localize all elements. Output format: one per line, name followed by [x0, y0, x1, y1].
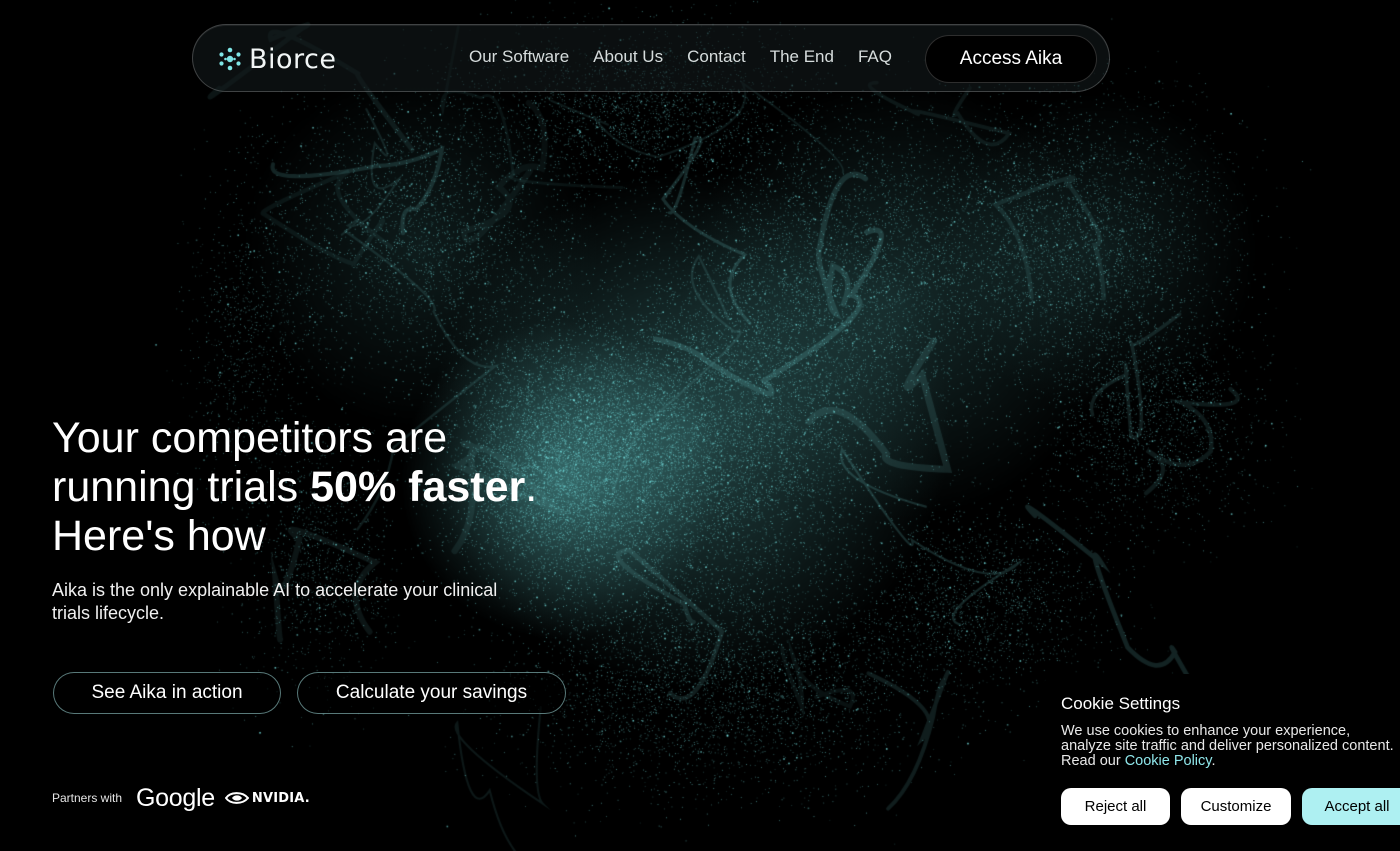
headline-line-2-prefix: running trials: [52, 463, 311, 511]
nav-item-contact[interactable]: Contact: [687, 47, 746, 67]
top-navbar: Biorce Our Software About Us Contact The…: [192, 24, 1110, 92]
calculate-savings-button[interactable]: Calculate your savings: [297, 672, 566, 714]
hero-headline: Your competitors are running trials 50% …: [52, 414, 652, 561]
nav-links: Our Software About Us Contact The End FA…: [469, 47, 892, 67]
cookie-description: We use cookies to enhance your experienc…: [1061, 724, 1400, 769]
customize-button[interactable]: Customize: [1181, 788, 1291, 825]
access-aika-button[interactable]: Access Aika: [925, 35, 1097, 83]
cookie-policy-link[interactable]: Cookie Policy: [1125, 753, 1212, 769]
cookie-buttons: Reject all Customize Accept all: [1061, 788, 1400, 825]
google-logo: Google: [136, 783, 215, 812]
cookie-text-line-3: Read our Cookie Policy.: [1061, 754, 1400, 769]
headline-line-1: Your competitors are: [52, 414, 448, 462]
headline-highlight: 50% faster: [310, 463, 526, 511]
nav-item-about-us[interactable]: About Us: [593, 47, 663, 67]
nvidia-eye-icon: [224, 792, 249, 804]
nvidia-wordmark: NVIDIA.: [251, 790, 310, 806]
cookie-title: Cookie Settings: [1061, 694, 1181, 713]
cookie-text-line-1: We use cookies to enhance your experienc…: [1061, 723, 1351, 739]
nav-item-our-software[interactable]: Our Software: [469, 47, 569, 67]
brand-logo[interactable]: Biorce: [217, 41, 337, 77]
headline-line-2-suffix: .: [525, 463, 538, 511]
molecule-dots-icon: [219, 47, 241, 71]
headline-line-3: Here's how: [52, 512, 266, 560]
partners-label: Partners with: [52, 791, 123, 805]
cookie-text-line-2: analyze site traffic and deliver persona…: [1061, 738, 1394, 754]
nav-item-faq[interactable]: FAQ: [858, 47, 892, 67]
cookie-settings-panel: Cookie Settings We use cookies to enhanc…: [1040, 674, 1400, 851]
brand-name: Biorce: [249, 43, 337, 75]
accept-all-button[interactable]: Accept all: [1302, 788, 1400, 825]
partners-strip: Partners with Google NVIDIA.: [52, 780, 310, 816]
reject-all-button[interactable]: Reject all: [1061, 788, 1170, 825]
cookie-text-suffix: .: [1211, 753, 1216, 769]
see-aika-in-action-button[interactable]: See Aika in action: [53, 672, 281, 714]
hero-subheadline: Aika is the only explainable AI to accel…: [52, 580, 498, 623]
nav-item-the-end[interactable]: The End: [770, 47, 834, 67]
cookie-text-prefix: Read our: [1061, 753, 1125, 769]
page: Biorce Our Software About Us Contact The…: [0, 0, 1400, 851]
nvidia-logo: NVIDIA.: [224, 790, 310, 806]
